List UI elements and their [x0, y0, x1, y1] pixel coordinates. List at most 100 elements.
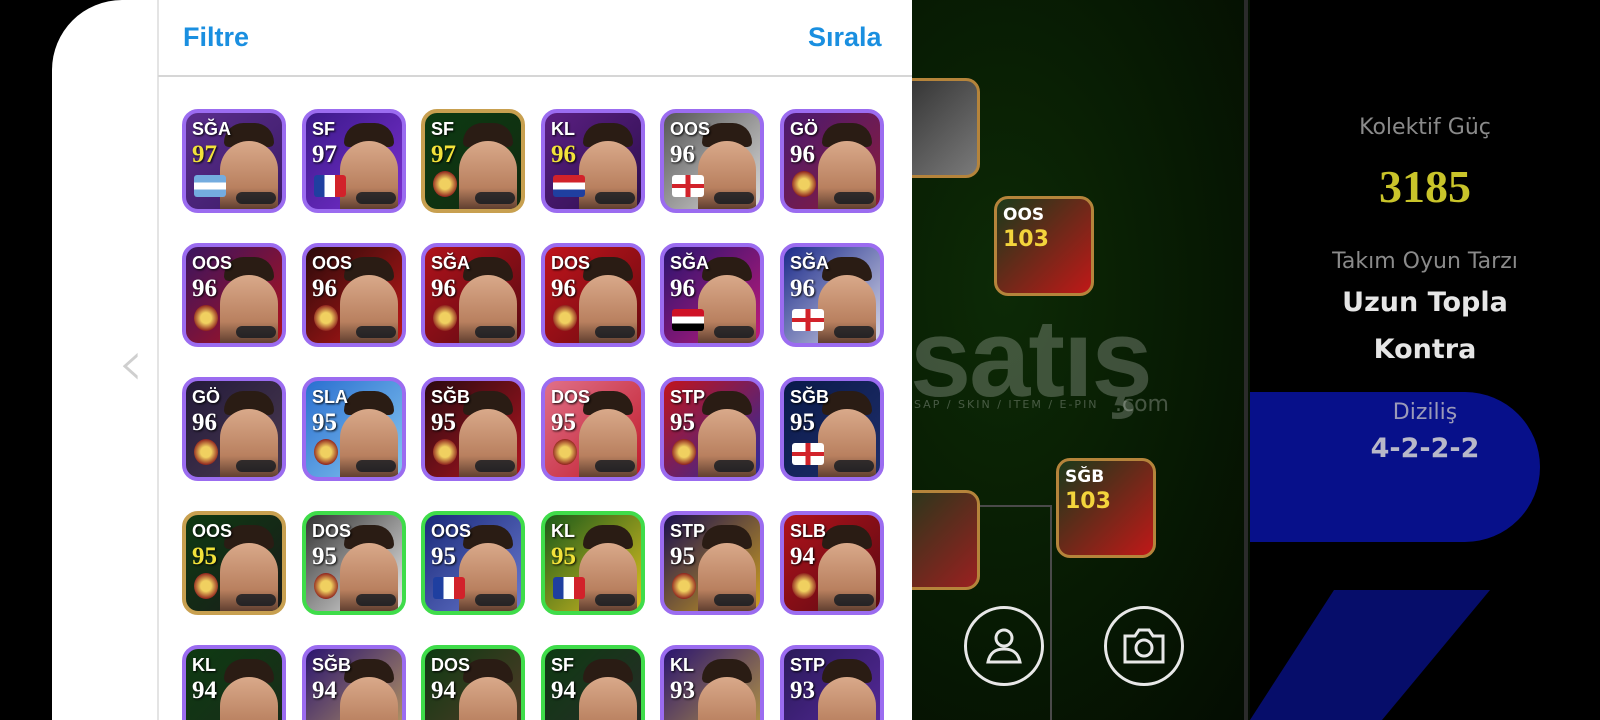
player-card[interactable]: SF 94 — [541, 645, 645, 720]
player-rating: 95 — [192, 543, 217, 570]
field-player-card[interactable]: SĞB 103 — [1056, 458, 1156, 558]
card-skill-indicator — [595, 594, 635, 606]
player-card[interactable]: DOS 94 — [421, 645, 525, 720]
player-position: OOS — [431, 521, 472, 541]
player-position: SĞB — [312, 655, 352, 675]
club-crest-icon — [314, 439, 338, 465]
player-rating: 103 — [1003, 227, 1049, 252]
player-position: STP — [670, 521, 706, 541]
player-portrait — [220, 677, 278, 720]
player-rating: 96 — [790, 275, 815, 302]
player-card[interactable]: OOS 96 — [182, 243, 286, 347]
watermark-suffix: .com — [1115, 392, 1169, 417]
card-skill-indicator — [356, 326, 396, 338]
player-card[interactable]: SĞB 95 — [780, 377, 884, 481]
player-portrait — [459, 677, 517, 720]
player-card[interactable]: OOS 96 — [302, 243, 406, 347]
player-position: DOS — [551, 253, 591, 273]
player-card[interactable]: KL 93 — [660, 645, 764, 720]
player-card[interactable]: SĞA 96 — [780, 243, 884, 347]
panel-divider — [1244, 0, 1248, 720]
player-rating: 94 — [551, 677, 576, 704]
chevron-left-icon[interactable]: ‹ — [118, 332, 144, 396]
player-card[interactable]: SLA 95 — [302, 377, 406, 481]
player-rating: 97 — [431, 141, 456, 168]
player-position: OOS — [192, 521, 233, 541]
player-card[interactable]: SĞA 96 — [660, 243, 764, 347]
card-skill-indicator — [475, 192, 515, 204]
card-skill-indicator — [475, 460, 515, 472]
player-card[interactable]: GÖ 96 — [780, 109, 884, 213]
player-position: SĞA — [192, 119, 232, 139]
card-skill-indicator — [595, 460, 635, 472]
player-card[interactable]: SĞB 94 — [302, 645, 406, 720]
club-crest-icon — [194, 305, 218, 331]
player-position: KL — [670, 655, 694, 675]
player-rating: 95 — [312, 409, 337, 436]
field-player-card[interactable]: OOS 103 — [994, 196, 1094, 296]
club-crest-icon — [672, 573, 696, 599]
player-rating: 93 — [670, 677, 695, 704]
player-rating: 96 — [192, 275, 217, 302]
player-card[interactable]: OOS 95 — [421, 511, 525, 615]
player-card[interactable]: STP 95 — [660, 377, 764, 481]
player-card[interactable]: KL 94 — [182, 645, 286, 720]
player-portrait — [340, 677, 398, 720]
club-crest-icon — [553, 439, 577, 465]
player-position: KL — [551, 521, 575, 541]
player-rating: 96 — [551, 141, 576, 168]
player-card[interactable]: STP 93 — [780, 645, 884, 720]
player-card[interactable]: DOS 96 — [541, 243, 645, 347]
sort-button[interactable]: Sırala — [808, 22, 882, 53]
player-position: OOS — [670, 119, 711, 139]
card-skill-indicator — [356, 594, 396, 606]
card-skill-indicator — [834, 460, 874, 472]
player-rating: 97 — [312, 141, 337, 168]
club-crest-icon — [672, 439, 696, 465]
player-card[interactable]: SLB 94 — [780, 511, 884, 615]
player-position: OOS — [1003, 205, 1045, 225]
player-position: OOS — [192, 253, 233, 273]
player-rating: 95 — [790, 409, 815, 436]
player-card[interactable]: KL 95 — [541, 511, 645, 615]
player-card[interactable]: DOS 95 — [302, 511, 406, 615]
player-rating: 96 — [431, 275, 456, 302]
camera-button[interactable] — [1104, 606, 1184, 686]
player-position: SĞA — [790, 253, 830, 273]
player-card[interactable]: DOS 95 — [541, 377, 645, 481]
nationality-flag-icon — [194, 175, 226, 197]
player-card[interactable]: STP 95 — [660, 511, 764, 615]
player-position: SĞB — [1065, 467, 1105, 487]
player-position: SLB — [790, 521, 826, 541]
player-card[interactable]: SF 97 — [421, 109, 525, 213]
player-portrait — [579, 677, 637, 720]
player-card[interactable]: OOS 96 — [660, 109, 764, 213]
user-icon — [986, 628, 1022, 664]
player-rating: 94 — [431, 677, 456, 704]
player-card[interactable]: KL 96 — [541, 109, 645, 213]
profile-button[interactable] — [964, 606, 1044, 686]
playstyle-line-2: Kontra — [1373, 334, 1477, 365]
player-position: SF — [551, 655, 575, 675]
player-card[interactable]: SĞA 96 — [421, 243, 525, 347]
player-rating: 96 — [670, 275, 695, 302]
player-card[interactable]: SF 97 — [302, 109, 406, 213]
card-skill-indicator — [834, 192, 874, 204]
player-rating: 94 — [312, 677, 337, 704]
player-rating: 96 — [670, 141, 695, 168]
player-rating: 93 — [790, 677, 815, 704]
club-crest-icon — [433, 305, 457, 331]
player-rating: 95 — [551, 543, 576, 570]
nationality-flag-icon — [792, 443, 824, 465]
player-card[interactable]: SĞA 97 — [182, 109, 286, 213]
player-card[interactable]: SĞB 95 — [421, 377, 525, 481]
club-crest-icon — [433, 171, 457, 197]
player-card[interactable]: OOS 95 — [182, 511, 286, 615]
filter-button[interactable]: Filtre — [183, 22, 249, 53]
player-position: DOS — [431, 655, 471, 675]
nationality-flag-icon — [553, 577, 585, 599]
card-skill-indicator — [834, 326, 874, 338]
formation-value: 4-2-2-2 — [1370, 433, 1480, 464]
player-card[interactable]: GÖ 96 — [182, 377, 286, 481]
club-crest-icon — [553, 305, 577, 331]
